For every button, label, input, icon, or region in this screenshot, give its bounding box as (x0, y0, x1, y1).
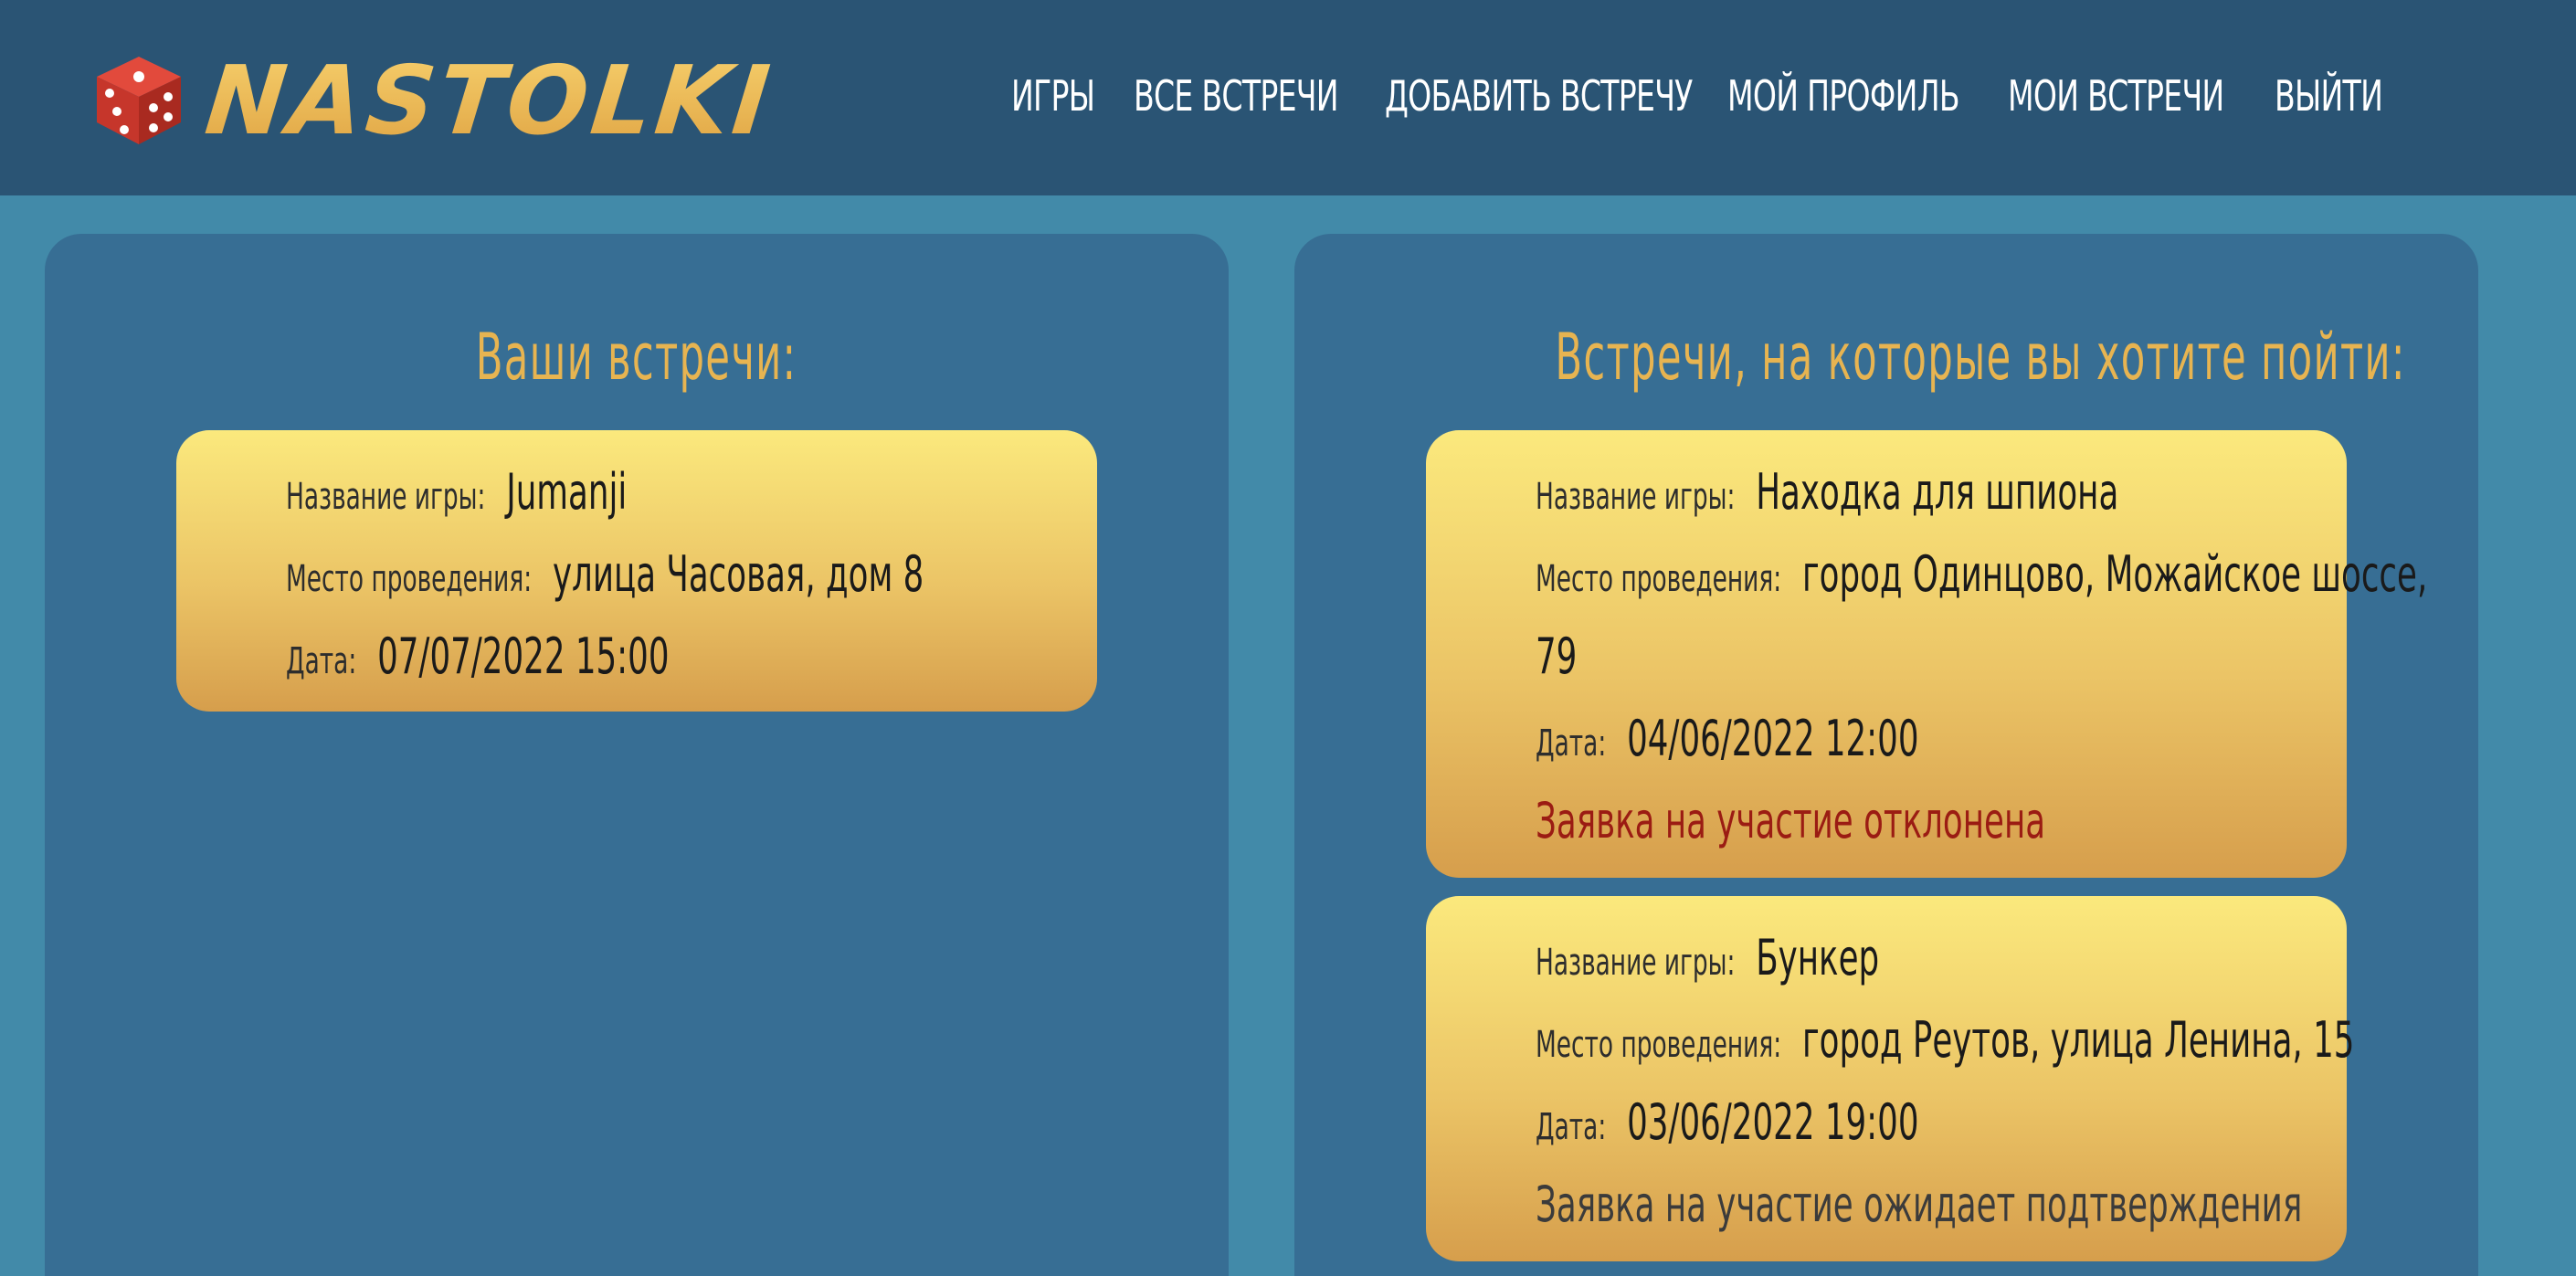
my-meetings-title: Ваши встречи: (476, 320, 797, 395)
place-value: город Реутов, улица Ленина, 15 (1801, 1011, 2355, 1069)
place-value: улица Часовая, дом 8 (552, 545, 924, 603)
my-meetings-panel: Ваши встречи: Название игры: Jumanji Мес… (45, 234, 1229, 1276)
nav-games[interactable]: ИГРЫ (1011, 64, 1099, 128)
date-label: Дата: (286, 640, 357, 682)
request-status-declined: Заявка на участие отклонена (1536, 792, 2046, 849)
place-row: Место проведения: город Реутов, улица Ле… (1536, 1011, 2354, 1069)
date-row: Дата: 07/07/2022 15:00 (286, 627, 670, 685)
nav-logout[interactable]: ВЫЙТИ (2275, 64, 2383, 128)
meeting-card[interactable]: Название игры: Находка для шпиона Место … (1426, 430, 2427, 878)
nav-all-meetings[interactable]: ВСЕ ВСТРЕЧИ (1134, 64, 1339, 128)
date-row: Дата: 04/06/2022 12:00 (1536, 710, 1919, 767)
nav-my-profile[interactable]: МОЙ ПРОФИЛЬ (1727, 64, 1960, 128)
place-label: Место проведения: (286, 558, 533, 600)
place-row: Место проведения: улица Часовая, дом 8 (286, 545, 924, 603)
game-name: Бункер (1756, 929, 1880, 986)
nav-add-meeting[interactable]: ДОБАВИТЬ ВСТРЕЧУ (1385, 64, 1693, 128)
game-label: Название игры: (1536, 476, 1736, 518)
game-label: Название игры: (1536, 942, 1736, 984)
game-row: Название игры: Бункер (1536, 929, 1879, 986)
top-header: NASTOLKI ИГРЫ ВСЕ ВСТРЕЧИ ДОБАВИТЬ ВСТРЕ… (0, 0, 2576, 195)
date-value: 03/06/2022 19:00 (1627, 1093, 1919, 1151)
meeting-card[interactable]: Название игры: Бункер Место проведения: … (1426, 896, 2354, 1261)
request-status-pending: Заявка на участие ожидает подтверждения (1536, 1176, 2303, 1233)
game-row: Название игры: Jumanji (286, 463, 627, 521)
date-value: 04/06/2022 12:00 (1627, 710, 1919, 767)
place-row: Место проведения: город Одинцово, Можайс… (1536, 545, 2427, 603)
date-value: 07/07/2022 15:00 (377, 627, 670, 685)
place-label: Место проведения: (1536, 1024, 1782, 1066)
site-logo[interactable]: NASTOLKI (90, 45, 778, 156)
place-label: Место проведения: (1536, 558, 1782, 600)
main-nav: ИГРЫ ВСЕ ВСТРЕЧИ ДОБАВИТЬ ВСТРЕЧУ МОЙ ПР… (1011, 64, 2384, 128)
logo-text: NASTOLKI (200, 45, 778, 156)
dice-icon (97, 57, 181, 144)
date-label: Дата: (1536, 722, 1607, 765)
game-label: Название игры: (286, 476, 486, 518)
game-row: Название игры: Находка для шпиона (1536, 463, 2118, 521)
place-value: город Одинцово, Можайское шоссе, (1801, 545, 2428, 603)
wanted-meetings-panel: Встречи, на которые вы хотите пойти: Наз… (1294, 234, 2478, 1276)
game-name: Jumanji (506, 463, 628, 521)
date-label: Дата: (1536, 1106, 1607, 1148)
game-name: Находка для шпиона (1756, 463, 2119, 521)
date-row: Дата: 03/06/2022 19:00 (1536, 1093, 1919, 1151)
meeting-card[interactable]: Название игры: Jumanji Место проведения:… (176, 430, 1097, 712)
place-value-continued: 79 (1536, 627, 1578, 685)
wanted-meetings-title: Встречи, на которые вы хотите пойти: (1555, 320, 2406, 395)
nav-my-meetings[interactable]: МОИ ВСТРЕЧИ (2008, 64, 2224, 128)
